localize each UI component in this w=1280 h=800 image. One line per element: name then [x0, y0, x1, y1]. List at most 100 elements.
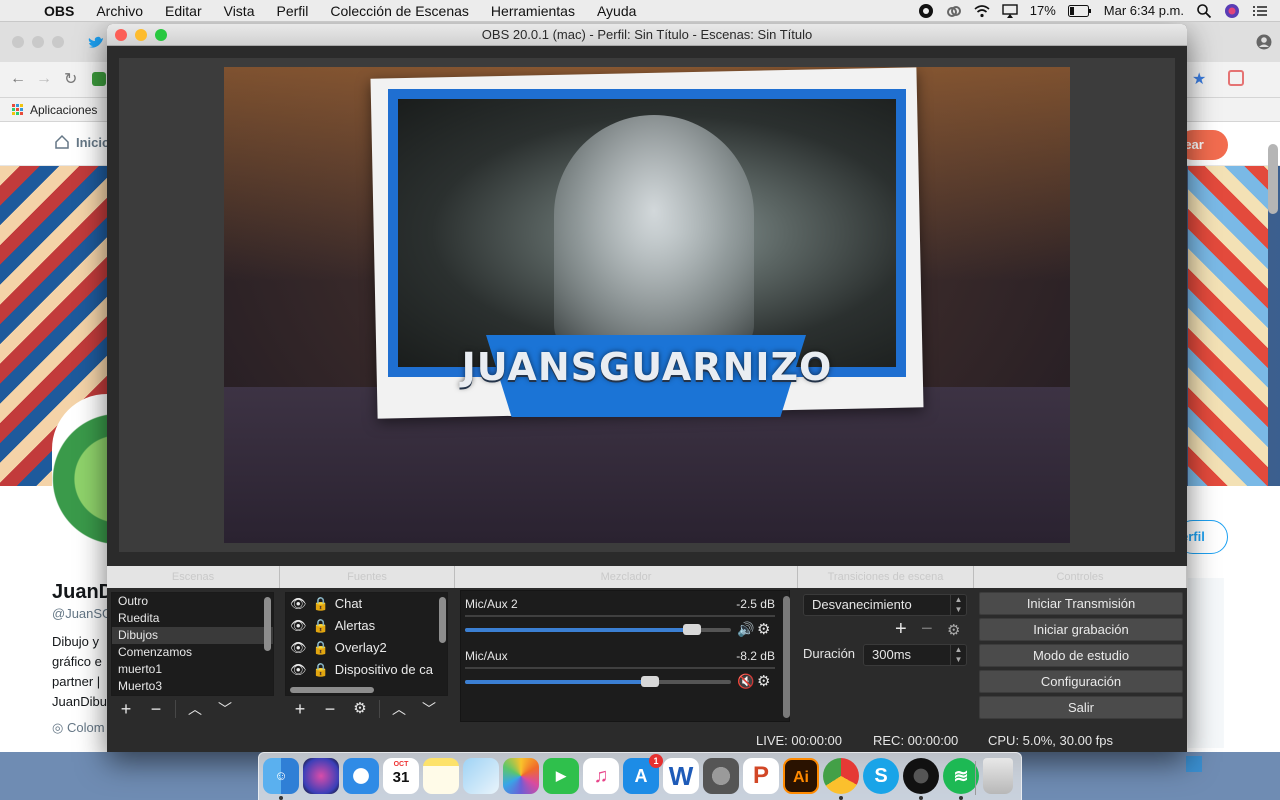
menu-editar[interactable]: Editar: [154, 3, 213, 19]
app-store-icon[interactable]: A 1: [623, 754, 663, 794]
system-preferences-icon[interactable]: [703, 758, 739, 794]
obs-status-icon[interactable]: [918, 3, 934, 19]
preview-icon[interactable]: [463, 758, 499, 794]
browser-scrollbar[interactable]: [1268, 144, 1278, 214]
siri-icon[interactable]: [1224, 3, 1240, 19]
spotify-icon[interactable]: ≋: [943, 758, 979, 794]
menu-ayuda[interactable]: Ayuda: [586, 3, 647, 19]
apps-grid-icon[interactable]: [12, 103, 24, 116]
source-item[interactable]: 👁 🔒 Dispositivo de ca: [286, 659, 447, 681]
dock-header-scenes[interactable]: Escenas: [107, 566, 280, 588]
photos-icon[interactable]: [503, 758, 539, 794]
dock-header-sources[interactable]: Fuentes: [280, 566, 455, 588]
mixer-scrollbar[interactable]: [783, 596, 790, 718]
lock-icon[interactable]: 🔒: [313, 593, 329, 615]
exit-button[interactable]: Salir: [979, 696, 1183, 719]
airplay-icon[interactable]: [1002, 3, 1018, 19]
preview-area[interactable]: JUANSGUARNIZO: [119, 58, 1175, 552]
source-item[interactable]: 👁 🔒 Alertas: [286, 615, 447, 637]
visibility-eye-icon[interactable]: 👁: [290, 659, 307, 681]
studio-mode-button[interactable]: Modo de estudio: [979, 644, 1183, 667]
start-streaming-button[interactable]: Iniciar Transmisión: [979, 592, 1183, 615]
minimize-button[interactable]: [135, 29, 147, 41]
sources-vscrollbar[interactable]: [439, 597, 446, 643]
lock-icon[interactable]: 🔒: [313, 659, 329, 681]
chrome-icon[interactable]: [823, 758, 859, 794]
sources-list[interactable]: 👁 🔒 Chat 👁 🔒 Alertas 👁 🔒 Overlay2 👁 🔒 Dispos…: [285, 592, 448, 696]
settings-button[interactable]: Configuración: [979, 670, 1183, 693]
scene-item[interactable]: Muerto3: [112, 678, 273, 695]
notes-icon[interactable]: [423, 758, 459, 794]
dock-header-mixer[interactable]: Mezclador: [455, 566, 798, 588]
move-scene-up-icon[interactable]: ︿: [180, 698, 210, 720]
scene-item[interactable]: Comenzamos: [112, 644, 273, 661]
menu-perfil[interactable]: Perfil: [265, 3, 319, 19]
volume-slider-knob[interactable]: [641, 676, 659, 687]
source-item[interactable]: 👁 🔒 Overlay2: [286, 637, 447, 659]
obs-titlebar[interactable]: OBS 20.0.1 (mac) - Perfil: Sin Título - …: [107, 24, 1187, 46]
bookmark-aplicaciones[interactable]: Aplicaciones: [30, 103, 97, 117]
visibility-eye-icon[interactable]: 👁: [290, 615, 307, 637]
extension-icon[interactable]: [1228, 70, 1244, 86]
facetime-icon[interactable]: ▶: [543, 758, 579, 794]
muted-speaker-icon[interactable]: 🔇: [737, 673, 754, 690]
scenes-scrollbar[interactable]: [264, 597, 271, 651]
powerpoint-icon[interactable]: P: [743, 758, 779, 794]
channel-settings-gear-icon[interactable]: ⚙: [757, 672, 770, 690]
lock-icon[interactable]: 🔒: [313, 615, 329, 637]
visibility-eye-icon[interactable]: 👁: [290, 593, 307, 615]
scene-item[interactable]: Ruedita: [112, 610, 273, 627]
volume-slider[interactable]: [465, 624, 731, 635]
skype-icon[interactable]: S: [863, 758, 899, 794]
transition-select[interactable]: Desvanecimiento ▲ ▼: [803, 594, 967, 616]
reload-icon[interactable]: ↻: [64, 69, 77, 89]
add-scene-icon[interactable]: +: [111, 698, 141, 720]
browser-profile-icon[interactable]: [1256, 34, 1272, 50]
menu-archivo[interactable]: Archivo: [85, 3, 154, 19]
finder-icon[interactable]: ☺: [263, 758, 299, 794]
obs-icon[interactable]: [903, 758, 939, 794]
volume-slider[interactable]: [465, 676, 731, 687]
close-button[interactable]: [115, 29, 127, 41]
start-recording-button[interactable]: Iniciar grabación: [979, 618, 1183, 641]
illustrator-icon[interactable]: Ai: [783, 758, 819, 794]
nav-home[interactable]: Inicio: [54, 134, 110, 150]
channel-settings-gear-icon[interactable]: ⚙: [757, 620, 770, 638]
sources-hscrollbar[interactable]: [290, 687, 374, 693]
siri-icon[interactable]: [303, 758, 339, 794]
creative-cloud-icon[interactable]: [946, 3, 962, 19]
menu-app-name[interactable]: OBS: [40, 3, 85, 19]
move-source-down-icon[interactable]: ﹀: [414, 698, 444, 720]
menu-herramientas[interactable]: Herramientas: [480, 3, 586, 19]
remove-transition-icon[interactable]: −: [921, 618, 933, 641]
word-icon[interactable]: W: [663, 758, 699, 794]
wifi-icon[interactable]: [974, 3, 990, 19]
menu-coleccion-escenas[interactable]: Colección de Escenas: [319, 3, 480, 19]
battery-icon[interactable]: [1067, 4, 1092, 17]
lock-icon[interactable]: 🔒: [313, 637, 329, 659]
bookmark-star-icon[interactable]: ★: [1192, 69, 1206, 89]
source-properties-gear-icon[interactable]: ⚙: [345, 698, 375, 720]
menubar-clock[interactable]: Mar 6:34 p.m.: [1104, 3, 1184, 18]
volume-slider-knob[interactable]: [683, 624, 701, 635]
remove-source-icon[interactable]: −: [315, 698, 345, 720]
move-source-up-icon[interactable]: ︿: [384, 698, 414, 720]
profile-handle[interactable]: @JuanSG: [52, 604, 113, 624]
forward-arrow-icon[interactable]: →: [36, 70, 52, 88]
itunes-icon[interactable]: ♫: [583, 758, 619, 794]
scenes-list[interactable]: Outro Ruedita Dibujos Comenzamos muerto1…: [111, 592, 274, 696]
add-transition-icon[interactable]: +: [895, 618, 907, 641]
notification-center-icon[interactable]: [1252, 3, 1268, 19]
dock-header-controls[interactable]: Controles: [974, 566, 1187, 588]
move-scene-down-icon[interactable]: ﹀: [210, 698, 240, 720]
scene-item[interactable]: muerto1: [112, 661, 273, 678]
remove-scene-icon[interactable]: −: [141, 698, 171, 720]
safari-icon[interactable]: [343, 758, 379, 794]
stream-preview[interactable]: JUANSGUARNIZO: [224, 67, 1070, 543]
chevron-updown-icon[interactable]: ▲ ▼: [950, 595, 966, 615]
menu-vista[interactable]: Vista: [213, 3, 266, 19]
source-item[interactable]: 👁 🔒 Chat: [286, 593, 447, 615]
spinner-updown-icon[interactable]: ▲ ▼: [950, 645, 966, 665]
calendar-icon[interactable]: OCT 31: [383, 758, 419, 794]
secure-lock-icon[interactable]: [92, 72, 106, 86]
